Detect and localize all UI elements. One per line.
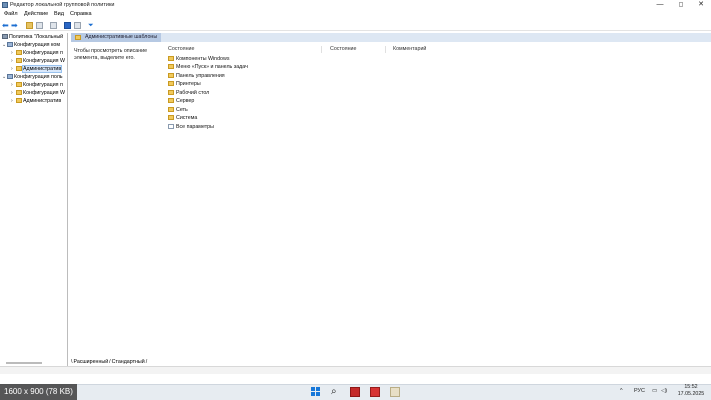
folder-icon <box>168 81 174 86</box>
list-item-network[interactable]: Сеть <box>168 106 188 114</box>
tab-divider-mid: / <box>109 359 111 365</box>
forward-arrow-icon[interactable]: ➡ <box>11 22 18 30</box>
status-bar <box>0 366 711 374</box>
maximize-button[interactable]: ◻ <box>671 0 691 10</box>
tree-item-user-config[interactable]: ⌄ Конфигурация поль <box>2 73 63 81</box>
help-icon[interactable] <box>64 22 71 29</box>
windows-start-icon[interactable] <box>311 387 321 397</box>
details-header-bar <box>161 33 711 42</box>
menu-bar: Файл Действие Вид Справка <box>0 10 711 19</box>
column-separator[interactable] <box>321 46 322 53</box>
properties-icon[interactable] <box>74 22 81 29</box>
settings-icon <box>168 124 174 129</box>
menu-file[interactable]: Файл <box>4 11 18 17</box>
folder-icon <box>16 98 22 103</box>
gpedit-window: Редактор локальной групповой политики — … <box>0 0 711 384</box>
display-icon[interactable]: ▭ <box>652 386 657 396</box>
folder-icon <box>16 66 22 71</box>
tab-extended[interactable]: Расширенный <box>73 359 108 365</box>
export-list-icon[interactable] <box>50 22 57 29</box>
folder-icon <box>168 90 174 95</box>
list-item-printers[interactable]: Принтеры <box>168 80 201 88</box>
search-icon[interactable]: ⌕ <box>331 387 341 397</box>
clock-time: 15:52 <box>684 384 698 390</box>
menu-view[interactable]: Вид <box>54 11 64 17</box>
folder-icon <box>16 90 22 95</box>
view-tabs: \Расширенный/Стандартный/ <box>71 358 148 366</box>
language-indicator[interactable]: РУС <box>634 386 645 396</box>
app-beige-icon[interactable] <box>390 387 400 397</box>
menu-help[interactable]: Справка <box>70 11 92 17</box>
tab-divider-right: / <box>145 359 148 365</box>
menu-action[interactable]: Действие <box>24 11 48 17</box>
app-red2-icon[interactable] <box>370 387 380 397</box>
taskbar-clock[interactable]: 15:52 17.05.2025 <box>676 384 706 398</box>
title-bar[interactable]: Редактор локальной групповой политики — … <box>0 0 711 10</box>
folder-icon <box>168 98 174 103</box>
clock-date: 17.05.2025 <box>677 391 705 397</box>
folder-icon <box>168 73 174 78</box>
minimize-button[interactable]: — <box>650 0 670 10</box>
list-item-start-menu-taskbar[interactable]: Меню «Пуск» и панель задач <box>168 63 248 71</box>
user-icon <box>7 74 13 79</box>
folder-icon <box>16 50 22 55</box>
up-folder-icon[interactable] <box>26 22 33 29</box>
close-button[interactable]: ✕ <box>691 0 711 10</box>
list-item-control-panel[interactable]: Панель управления <box>168 72 225 80</box>
folder-icon <box>168 64 174 69</box>
tree-item-user-admin-templates[interactable]: › Административ <box>11 97 61 105</box>
details-header-title: Административные шаблоны <box>85 34 158 40</box>
tree-item-user-windows-settings[interactable]: › Конфигурация W <box>11 89 65 97</box>
tree-item-windows-settings[interactable]: › Конфигурация W <box>11 57 65 65</box>
show-hide-tree-icon[interactable] <box>36 22 43 29</box>
gpedit-app-icon <box>2 2 8 8</box>
folder-icon <box>168 115 174 120</box>
navigation-tree[interactable]: Политика "Локальный ⌄ Конфигурация ком › К… <box>0 33 68 366</box>
back-arrow-icon[interactable]: ⬅ <box>2 22 9 30</box>
filter-icon[interactable]: ⏷ <box>88 22 95 29</box>
list-item-system[interactable]: Система <box>168 114 197 122</box>
column-header-setting[interactable]: Состояние <box>168 46 194 53</box>
tree-item-local-policy[interactable]: Политика "Локальный <box>2 33 63 41</box>
tree-item-computer-config[interactable]: ⌄ Конфигурация ком <box>2 41 60 49</box>
tray-chevron-icon[interactable]: ^ <box>620 386 623 396</box>
folder-icon <box>75 35 81 40</box>
folder-icon <box>16 82 22 87</box>
description-text: Чтобы просмотреть описание элемента, выд… <box>74 48 148 61</box>
list-item-windows-components[interactable]: Компоненты Windows <box>168 55 229 63</box>
window-title: Редактор локальной групповой политики <box>10 2 115 8</box>
list-item-desktop[interactable]: Рабочий стол <box>168 89 209 97</box>
column-separator[interactable] <box>385 46 386 53</box>
tree-item-software-settings[interactable]: › Конфигурация п <box>11 49 63 57</box>
computer-icon <box>7 42 13 47</box>
policy-icon <box>2 34 8 39</box>
volume-icon[interactable]: ◁) <box>661 386 667 396</box>
app-red-icon[interactable] <box>350 387 360 397</box>
tree-item-user-software-settings[interactable]: › Конфигурация п <box>11 81 63 89</box>
tree-horizontal-scrollbar[interactable] <box>6 362 42 364</box>
list-item-all-settings[interactable]: Все параметры <box>168 123 214 131</box>
details-header: Административные шаблоны <box>71 33 161 42</box>
folder-icon <box>16 58 22 63</box>
column-header-comment[interactable]: Комментарий <box>393 46 426 53</box>
details-pane: Административные шаблоны Чтобы просмотре… <box>71 33 711 358</box>
toolbar: ⬅ ➡ ⏷ <box>0 20 711 31</box>
list-item-server[interactable]: Сервер <box>168 97 194 105</box>
folder-icon <box>168 107 174 112</box>
image-size-label: 1600 x 900 (78 KB) <box>0 384 77 400</box>
tab-standard[interactable]: Стандартный <box>112 359 145 365</box>
folder-icon <box>168 56 174 61</box>
tree-item-admin-templates[interactable]: › Административ <box>11 65 63 73</box>
column-header-state[interactable]: Состояние <box>330 46 356 53</box>
